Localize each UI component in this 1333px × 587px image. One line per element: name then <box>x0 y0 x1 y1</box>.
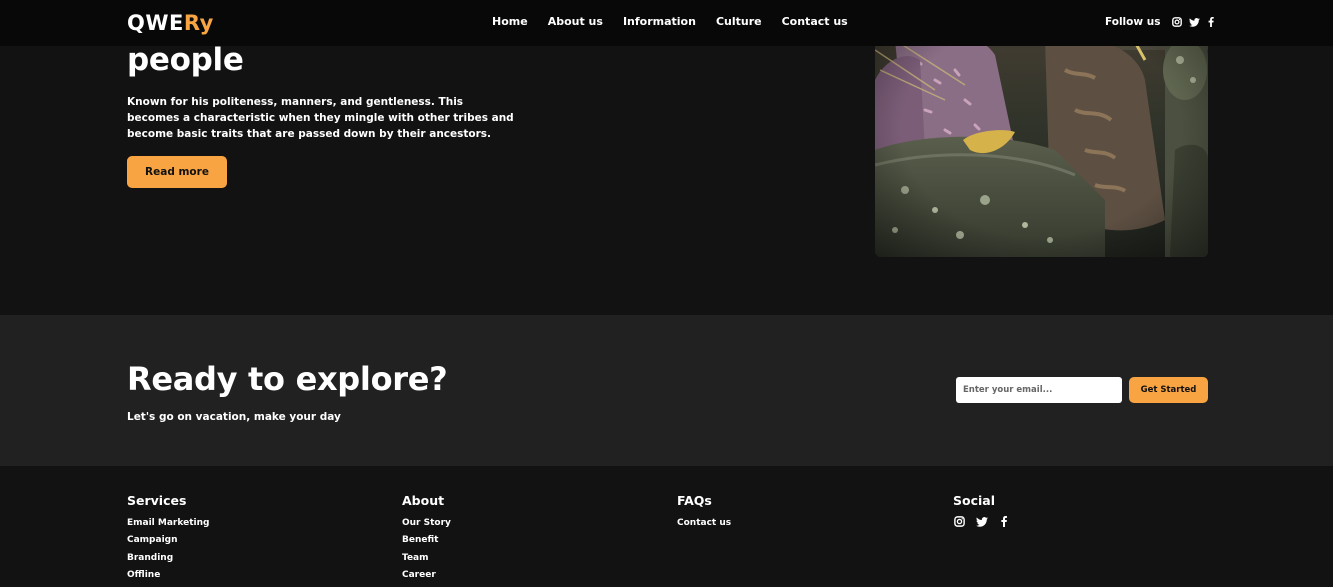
footer-link-campaign[interactable]: Campaign <box>127 535 178 545</box>
footer-heading-social: Social <box>953 493 996 508</box>
instagram-icon[interactable] <box>1171 16 1183 28</box>
get-started-button[interactable]: Get Started <box>1129 377 1208 403</box>
footer-heading-about: About <box>402 493 445 508</box>
navbar: QWERy Home About us Information Culture … <box>0 0 1333 46</box>
footer-column-faqs: FAQs Contact us <box>677 493 731 532</box>
hero-section: people Known for his politeness, manners… <box>0 0 1333 315</box>
facebook-icon[interactable] <box>1205 16 1217 28</box>
twitter-icon[interactable] <box>1188 16 1200 28</box>
hero-description: Known for his politeness, manners, and g… <box>127 96 514 140</box>
footer-link-branding[interactable]: Branding <box>127 553 173 563</box>
explore-section: Ready to explore? Let's go on vacation, … <box>0 315 1333 466</box>
footer-column-social: Social <box>953 493 1019 528</box>
hero-title: people <box>127 42 244 78</box>
nav-link-about-us[interactable]: About us <box>548 15 603 29</box>
nav-link-culture[interactable]: Culture <box>716 15 762 29</box>
footer-heading-services: Services <box>127 493 187 508</box>
logo-text-accent: Ry <box>183 11 214 35</box>
main-nav: Home About us Information Culture Contac… <box>492 15 868 29</box>
nav-link-home[interactable]: Home <box>492 15 528 29</box>
facebook-icon[interactable] <box>997 515 1010 528</box>
footer-link-offline[interactable]: Offline <box>127 570 160 580</box>
footer-column-about: About Our Story Benefit Team Career <box>402 493 451 584</box>
footer-link-email-marketing[interactable]: Email Marketing <box>127 518 209 528</box>
footer-link-benefit[interactable]: Benefit <box>402 535 438 545</box>
footer: Services Email Marketing Campaign Brandi… <box>0 466 1333 587</box>
footer-link-career[interactable]: Career <box>402 570 436 580</box>
footer-link-contact-us[interactable]: Contact us <box>677 518 731 528</box>
instagram-icon[interactable] <box>953 515 966 528</box>
read-more-button[interactable]: Read more <box>127 156 227 188</box>
footer-social-icons <box>953 515 1019 528</box>
footer-link-team[interactable]: Team <box>402 553 429 563</box>
explore-subtitle: Let's go on vacation, make your day <box>127 411 341 423</box>
follow-us: Follow us <box>1105 15 1217 29</box>
footer-column-services: Services Email Marketing Campaign Brandi… <box>127 493 209 584</box>
footer-heading-faqs: FAQs <box>677 493 712 508</box>
follow-us-label: Follow us <box>1105 16 1161 28</box>
nav-link-contact-us[interactable]: Contact us <box>782 15 848 29</box>
logo[interactable]: QWERy <box>127 10 214 36</box>
explore-title: Ready to explore? <box>127 360 448 398</box>
email-input[interactable] <box>956 377 1122 403</box>
nav-link-information[interactable]: Information <box>623 15 696 29</box>
logo-text-white: QWE <box>127 11 184 35</box>
twitter-icon[interactable] <box>975 515 988 528</box>
footer-link-our-story[interactable]: Our Story <box>402 518 451 528</box>
